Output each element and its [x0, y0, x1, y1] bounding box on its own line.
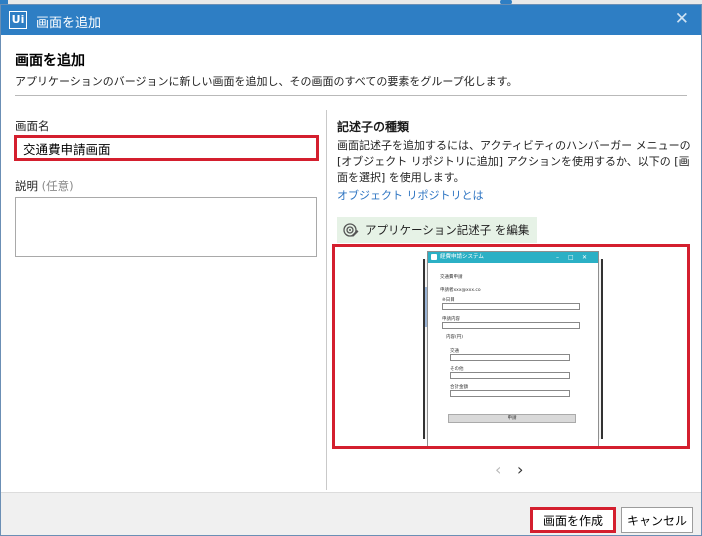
preview-field1	[450, 354, 570, 361]
edit-application-descriptor-button[interactable]: アプリケーション記述子 を編集	[337, 217, 538, 243]
add-screen-dialog: Ui 画面を追加 ✕ 画面を追加 アプリケーションのバージョンに新しい画面を追加…	[0, 4, 702, 536]
uipath-logo-icon: Ui	[9, 11, 27, 29]
preview-date-field	[442, 303, 580, 310]
preview-heading: 交通費申請	[440, 275, 463, 280]
page-description: アプリケーションのバージョンに新しい画面を追加し、その画面のすべての要素をグルー…	[15, 75, 518, 88]
preview-field3	[450, 390, 570, 397]
preview-close-icon: ✕	[582, 254, 588, 261]
description-textarea[interactable]	[15, 197, 317, 257]
preview-window-titlebar: 経費申請システム – □ ✕	[428, 252, 598, 263]
dialog-footer: 画面を作成 キャンセル	[1, 492, 701, 535]
object-repository-help-link[interactable]: オブジェクト リポジトリとは	[337, 187, 484, 203]
description-label: 説明 (任意)	[15, 178, 74, 194]
cancel-button[interactable]: キャンセル	[621, 507, 693, 533]
descriptor-type-heading: 記述子の種類	[337, 120, 410, 134]
page-title: 画面を追加	[15, 53, 85, 69]
screen-preview[interactable]: 経費申請システム – □ ✕ 交通費申請 申請者xxx@xxx.co ※日目 申…	[332, 244, 690, 449]
column-divider	[326, 110, 327, 490]
previous-screen-icon[interactable]: ‹	[495, 460, 501, 479]
preview-group: 交通 その他 合計金額	[446, 338, 592, 398]
preview-field2	[450, 372, 570, 379]
preview-window: 経費申請システム – □ ✕ 交通費申請 申請者xxx@xxx.co ※日目 申…	[427, 251, 599, 446]
descriptor-description: 画面記述子を追加するには、アクティビティのハンバーガー メニューの [オブジェク…	[337, 139, 691, 184]
screen-name-input[interactable]	[14, 135, 319, 161]
preview-route-field	[442, 322, 580, 329]
screen-name-label: 画面名	[15, 119, 50, 133]
create-screen-button[interactable]: 画面を作成	[530, 507, 616, 533]
preview-submit-button: 申請	[448, 414, 576, 423]
preview-email: 申請者xxx@xxx.co	[440, 288, 481, 293]
close-icon[interactable]: ✕	[675, 9, 689, 29]
description-label-text: 説明	[15, 179, 38, 193]
preview-maximize-icon: □	[568, 254, 574, 261]
header-divider	[15, 95, 687, 96]
next-screen-icon[interactable]: ›	[517, 460, 523, 479]
edit-button-label: アプリケーション記述子 を編集	[365, 223, 530, 237]
target-edit-icon	[343, 223, 359, 237]
preview-app-icon	[431, 254, 437, 260]
title-bar: Ui 画面を追加 ✕	[1, 5, 701, 35]
optional-tag: (任意)	[41, 179, 74, 193]
preview-window-title: 経費申請システム	[440, 254, 484, 260]
dialog-title: 画面を追加	[36, 16, 102, 31]
preview-minimize-icon: –	[556, 254, 559, 261]
